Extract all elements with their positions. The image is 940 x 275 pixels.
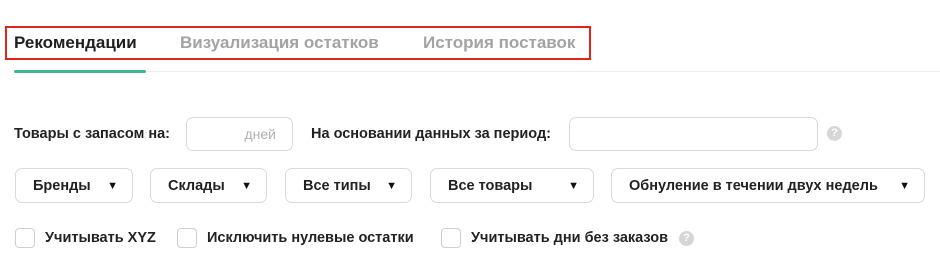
tab-bar-divider: [14, 71, 940, 72]
reset-period-dropdown[interactable]: Обнуление в течении двух недель ▼: [611, 168, 925, 203]
period-input[interactable]: [569, 117, 818, 151]
period-label: На основании данных за период:: [311, 126, 551, 142]
period-help-icon[interactable]: ?: [827, 126, 842, 141]
exclude-zero-checkbox-label[interactable]: Исключить нулевые остатки: [207, 230, 414, 246]
types-dropdown-label: Все типы: [303, 177, 371, 194]
no-order-days-option: Учитывать дни без заказов ?: [441, 228, 695, 248]
stock-days-input[interactable]: [186, 117, 293, 151]
types-dropdown[interactable]: Все типы ▼: [285, 168, 412, 203]
products-dropdown[interactable]: Все товары ▼: [430, 168, 594, 203]
no-order-days-help-icon[interactable]: ?: [679, 230, 695, 246]
caret-down-icon: ▼: [241, 179, 252, 192]
tab-bar: Рекомендации Визуализация остатков Истор…: [14, 33, 575, 53]
warehouses-dropdown-label: Склады: [168, 177, 225, 194]
caret-down-icon: ▼: [568, 179, 579, 192]
stock-days-label: Товары с запасом на:: [14, 126, 170, 142]
xyz-option: Учитывать XYZ: [15, 228, 156, 248]
products-dropdown-label: Все товары: [448, 177, 533, 194]
active-tab-indicator: [14, 70, 146, 73]
brands-dropdown-label: Бренды: [33, 177, 91, 194]
exclude-zero-checkbox[interactable]: [177, 228, 197, 248]
caret-down-icon: ▼: [899, 179, 910, 192]
tab-delivery-history[interactable]: История поставок: [423, 33, 575, 53]
caret-down-icon: ▼: [107, 179, 118, 192]
caret-down-icon: ▼: [386, 179, 397, 192]
no-order-days-checkbox[interactable]: [441, 228, 461, 248]
no-order-days-checkbox-label[interactable]: Учитывать дни без заказов: [471, 230, 668, 246]
tab-recommendations[interactable]: Рекомендации: [14, 33, 180, 53]
tab-stock-visualization[interactable]: Визуализация остатков: [180, 33, 423, 53]
xyz-checkbox[interactable]: [15, 228, 35, 248]
xyz-checkbox-label[interactable]: Учитывать XYZ: [45, 230, 156, 246]
brands-dropdown[interactable]: Бренды ▼: [15, 168, 133, 203]
reset-period-dropdown-label: Обнуление в течении двух недель: [629, 177, 878, 194]
exclude-zero-option: Исключить нулевые остатки: [177, 228, 414, 248]
warehouses-dropdown[interactable]: Склады ▼: [150, 168, 267, 203]
